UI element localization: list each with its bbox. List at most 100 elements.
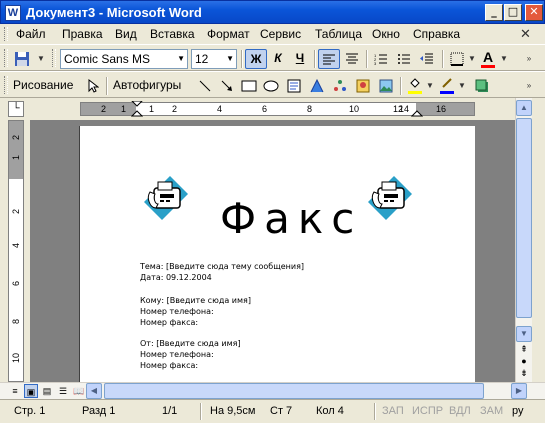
vertical-scrollbar[interactable]: ▲ ▼ ⇞ ● ⇟	[515, 98, 532, 382]
chevron-down-icon[interactable]: ▼	[467, 49, 477, 69]
to-line[interactable]: Кому: [Введите сюда имя]	[140, 296, 251, 305]
shadow-style-icon[interactable]	[472, 76, 492, 96]
line-color-icon[interactable]	[437, 76, 457, 96]
autoshapes-menu-button[interactable]: Автофигуры ▼	[111, 76, 191, 110]
document-page[interactable]: Факс Тема: [Введите сюда тему сообщения]…	[79, 126, 475, 382]
indent-marker-icon[interactable]	[131, 101, 143, 117]
maximize-button[interactable]: □	[504, 4, 522, 21]
toolbar-grip[interactable]	[4, 76, 8, 94]
toolbar-options-icon[interactable]: »	[524, 49, 534, 69]
toolbar-options-icon[interactable]: ▼	[36, 49, 46, 69]
ruler-number: 2	[11, 209, 21, 215]
menu-view[interactable]: Вид	[115, 27, 137, 41]
select-objects-icon[interactable]	[84, 76, 102, 96]
minimize-button[interactable]: _	[485, 4, 503, 21]
status-track-changes[interactable]: ИСПР	[412, 405, 443, 417]
ruler-number: 8	[11, 319, 21, 325]
vertical-ruler[interactable]: 2 1 2 4 6 8 10	[8, 120, 24, 382]
line-icon[interactable]	[195, 76, 215, 96]
ruler-number: 10	[11, 353, 21, 364]
menu-window[interactable]: Окно	[372, 27, 400, 41]
menu-file[interactable]: Файл	[16, 27, 46, 41]
status-bar: Стр. 1 Разд 1 1/1 На 9,5см Ст 7 Кол 4 ЗА…	[0, 399, 545, 423]
bullets-icon[interactable]	[394, 49, 414, 69]
drawing-menu-button[interactable]: Рисование ▼	[11, 76, 81, 110]
align-left-button[interactable]	[318, 49, 340, 69]
outline-view-icon[interactable]: ☰	[56, 384, 70, 398]
reading-layout-view-icon[interactable]: 📖	[72, 384, 86, 398]
ruler-number: 14	[399, 104, 410, 114]
menu-insert[interactable]: Вставка	[150, 27, 195, 41]
clipart-icon[interactable]	[353, 76, 373, 96]
status-extend-selection[interactable]: ВДЛ	[449, 405, 471, 417]
status-line: Ст 7	[270, 405, 293, 417]
normal-view-icon[interactable]: ≡	[8, 384, 22, 398]
title-bar[interactable]: W Документ3 - Microsoft Word _ □ ✕	[0, 0, 545, 24]
scroll-right-icon[interactable]: ▶	[511, 383, 527, 399]
to-phone-line[interactable]: Номер телефона:	[140, 307, 214, 316]
menu-help[interactable]: Справка	[413, 27, 460, 41]
scroll-thumb[interactable]	[516, 118, 532, 318]
font-size-combo[interactable]: 12 ▼	[191, 49, 237, 69]
ruler-number: 2	[172, 104, 178, 114]
toolbar-grip[interactable]	[52, 49, 56, 67]
date-line[interactable]: Дата: 09.12.2004	[140, 273, 212, 282]
underline-button[interactable]: Ч	[290, 49, 310, 69]
web-layout-view-icon[interactable]: ▣	[24, 384, 38, 398]
menu-table[interactable]: Таблица	[315, 27, 362, 41]
menu-edit[interactable]: Правка	[62, 27, 103, 41]
oval-icon[interactable]	[261, 76, 281, 96]
right-indent-marker-icon[interactable]	[411, 107, 423, 117]
close-document-icon[interactable]: ✕	[520, 26, 531, 42]
toolbar-grip[interactable]	[4, 49, 8, 67]
rectangle-icon[interactable]	[239, 76, 259, 96]
word-app-icon[interactable]: W	[5, 5, 21, 21]
print-layout-view-icon[interactable]: ▤	[40, 384, 54, 398]
fill-color-icon[interactable]	[405, 76, 425, 96]
status-overtype[interactable]: ЗАМ	[480, 405, 503, 417]
text-box-icon[interactable]	[284, 76, 304, 96]
status-record-macro[interactable]: ЗАП	[382, 405, 404, 417]
from-phone-line[interactable]: Номер телефона:	[140, 350, 214, 359]
save-icon[interactable]	[12, 49, 32, 69]
scroll-up-icon[interactable]: ▲	[516, 100, 532, 116]
chevron-down-icon[interactable]: ▼	[499, 49, 509, 69]
align-center-button[interactable]	[342, 49, 362, 69]
menubar-grip[interactable]	[4, 27, 8, 41]
next-page-icon[interactable]: ⇟	[516, 366, 532, 382]
scroll-thumb[interactable]	[104, 383, 484, 399]
chevron-down-icon[interactable]: ▼	[177, 50, 185, 68]
bold-button[interactable]: Ж	[245, 49, 267, 69]
scroll-left-icon[interactable]: ◀	[86, 383, 102, 399]
subject-line[interactable]: Тема: [Введите сюда тему сообщения]	[140, 262, 304, 271]
from-line[interactable]: От: [Введите сюда имя]	[140, 339, 241, 348]
wordart-icon[interactable]	[307, 76, 327, 96]
chevron-down-icon[interactable]: ▼	[425, 76, 435, 96]
numbering-icon[interactable]: 123	[371, 49, 391, 69]
diagram-icon[interactable]	[330, 76, 350, 96]
scroll-down-icon[interactable]: ▼	[516, 326, 532, 342]
decrease-indent-icon[interactable]	[417, 49, 437, 69]
ruler-number: 2	[11, 135, 21, 141]
insert-picture-icon[interactable]	[376, 76, 396, 96]
to-fax-line[interactable]: Номер факса:	[140, 318, 198, 327]
chevron-down-icon[interactable]: ▼	[457, 76, 467, 96]
arrow-icon[interactable]	[217, 76, 237, 96]
chevron-down-icon[interactable]: ▼	[226, 50, 234, 68]
italic-button[interactable]: К	[268, 49, 288, 69]
toolbar-options-icon[interactable]: »	[524, 76, 534, 96]
horizontal-scrollbar[interactable]: ≡ ▣ ▤ ☰ 📖 ◀ ▶	[0, 382, 545, 399]
toolbar-separator	[106, 77, 108, 95]
font-name-combo[interactable]: Comic Sans MS ▼	[60, 49, 188, 69]
formatting-toolbar: ▼ Comic Sans MS ▼ 12 ▼ Ж К Ч 123 ▼ A ▼ »	[0, 44, 545, 71]
font-color-icon[interactable]: A	[478, 49, 498, 69]
menu-format[interactable]: Формат	[207, 27, 250, 41]
ruler-number: 6	[11, 281, 21, 287]
from-fax-line[interactable]: Номер факса:	[140, 361, 198, 370]
tab-selector-icon[interactable]: └	[8, 101, 24, 117]
horizontal-ruler[interactable]: 2 1 1 2 4 6 8 10 12 14 16	[80, 101, 475, 117]
borders-icon[interactable]	[447, 49, 467, 69]
close-button[interactable]: ✕	[525, 4, 543, 21]
ruler-number: 16	[436, 104, 447, 114]
menu-tools[interactable]: Сервис	[260, 27, 301, 41]
